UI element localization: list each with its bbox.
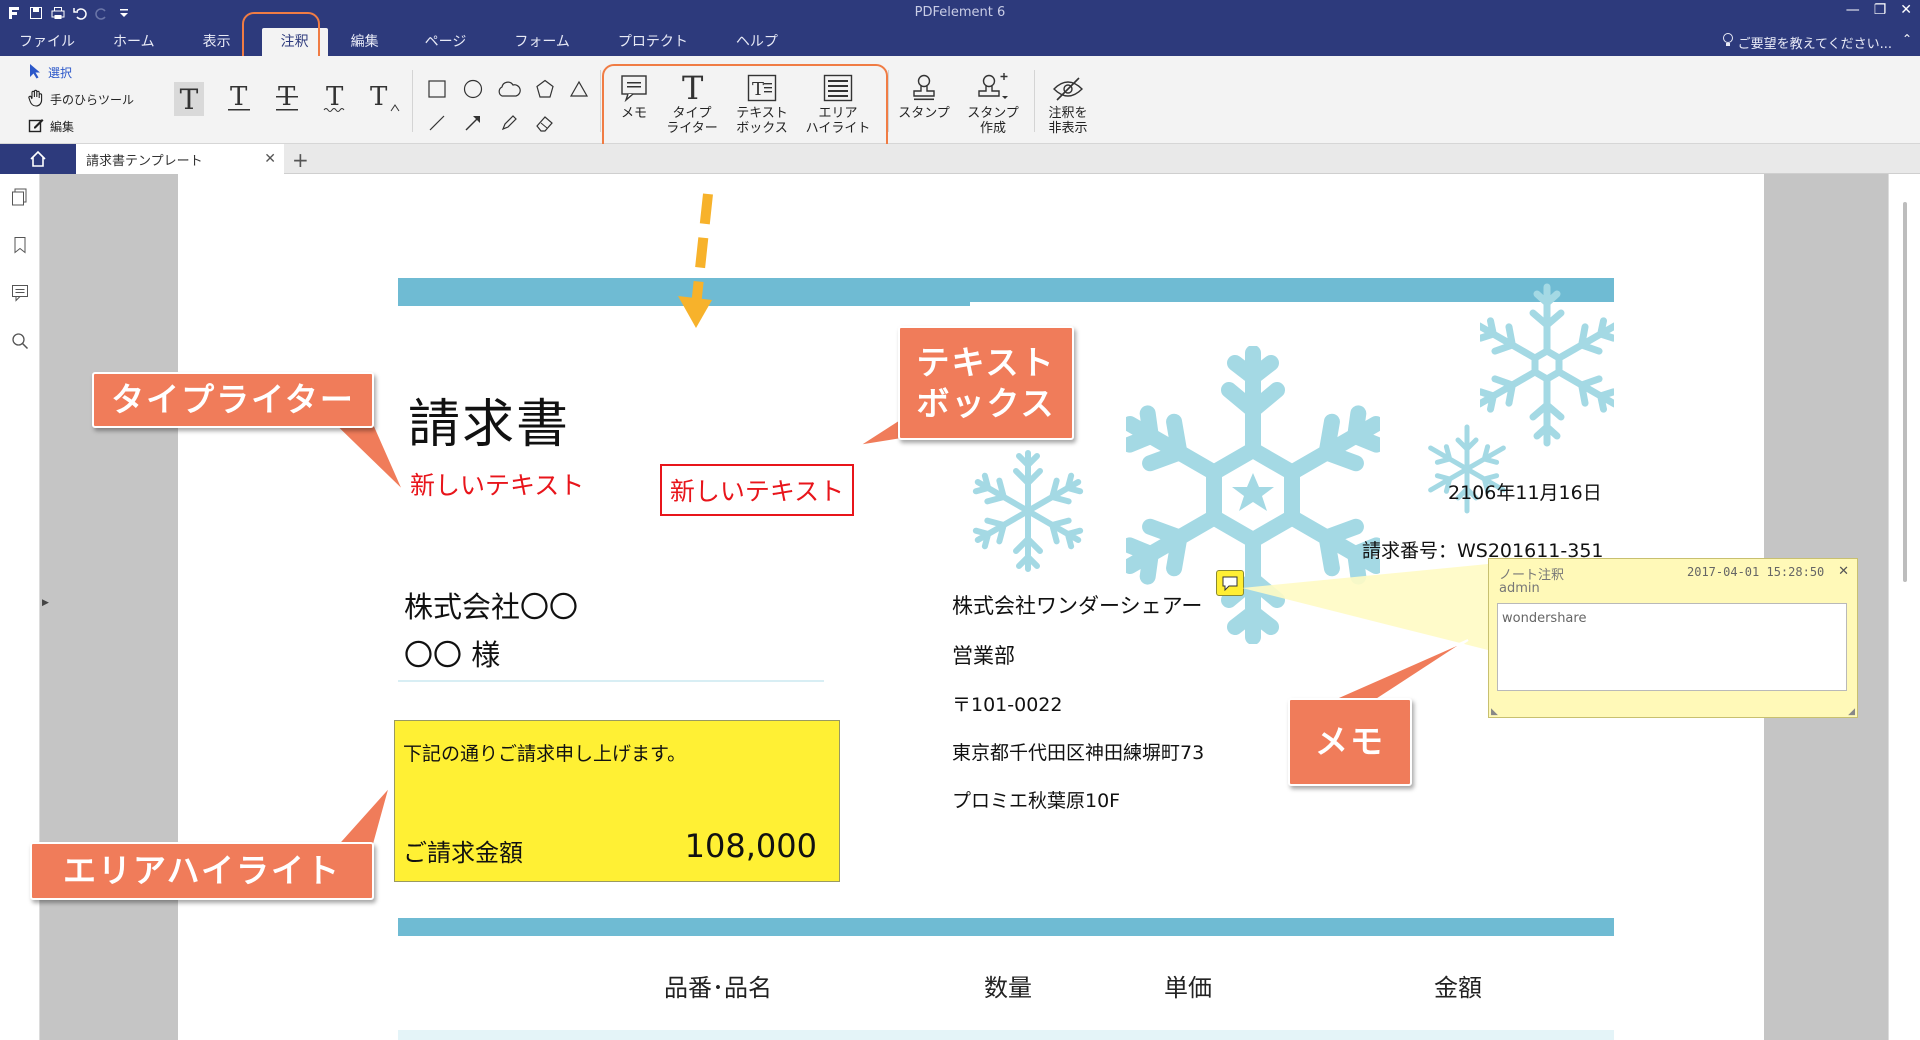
memo-callout: メモ	[1288, 698, 1412, 786]
textbox-callout-line-2: ボックス	[916, 384, 1056, 423]
textbox-callout-line-1: テキスト	[916, 342, 1056, 382]
typewriter-callout: タイプライター	[92, 372, 374, 428]
vertical-scrollbar[interactable]	[1888, 174, 1920, 1040]
textbox-callout: テキスト ボックス	[898, 326, 1074, 440]
area-highlight-callout: エリアハイライト	[30, 842, 374, 900]
scrollbar-thumb[interactable]	[1903, 202, 1907, 582]
